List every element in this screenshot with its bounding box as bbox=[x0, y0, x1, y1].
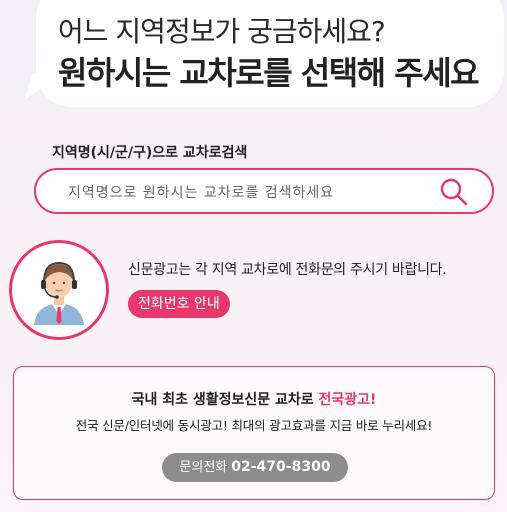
contact-phone-button[interactable]: 문의전화 02-470-8300 bbox=[162, 453, 348, 482]
search-icon bbox=[440, 178, 468, 206]
call-center-description: 신문광고는 각 지역 교차로에 전화문의 주시기 바랍니다. bbox=[128, 262, 447, 278]
ad-description: 전국 신문/인터넷에 동시광고! 최대의 광고효과를 지금 바로 누리세요! bbox=[75, 418, 433, 433]
phone-guide-button[interactable]: 전화번호 안내 bbox=[128, 290, 230, 318]
search-title: 지역명(시/군/구)으로 교차로검색 bbox=[52, 145, 248, 161]
contact-number: 02-470-8300 bbox=[231, 459, 331, 475]
ad-title-accent: 전국광고! bbox=[318, 392, 377, 408]
ad-title: 국내 최초 생활정보신문 교차로 전국광고! bbox=[14, 389, 494, 409]
speech-bubble-tail bbox=[24, 73, 54, 107]
search-button[interactable] bbox=[438, 176, 470, 208]
headset-agent-icon bbox=[34, 261, 84, 325]
search-input[interactable] bbox=[66, 180, 430, 206]
nationwide-ad-panel: 국내 최초 생활정보신문 교차로 전국광고! 전국 신문/인터넷에 동시광고! … bbox=[13, 366, 495, 500]
headline-instruction: 원하시는 교차로를 선택해 주세요 bbox=[58, 54, 480, 92]
headline-question: 어느 지역정보가 궁금하세요? bbox=[58, 15, 386, 48]
search-box bbox=[34, 168, 494, 214]
ad-title-prefix: 국내 최초 생활정보신문 교차로 bbox=[131, 392, 319, 408]
contact-label: 문의전화 bbox=[179, 460, 228, 475]
call-agent-avatar bbox=[9, 240, 109, 340]
